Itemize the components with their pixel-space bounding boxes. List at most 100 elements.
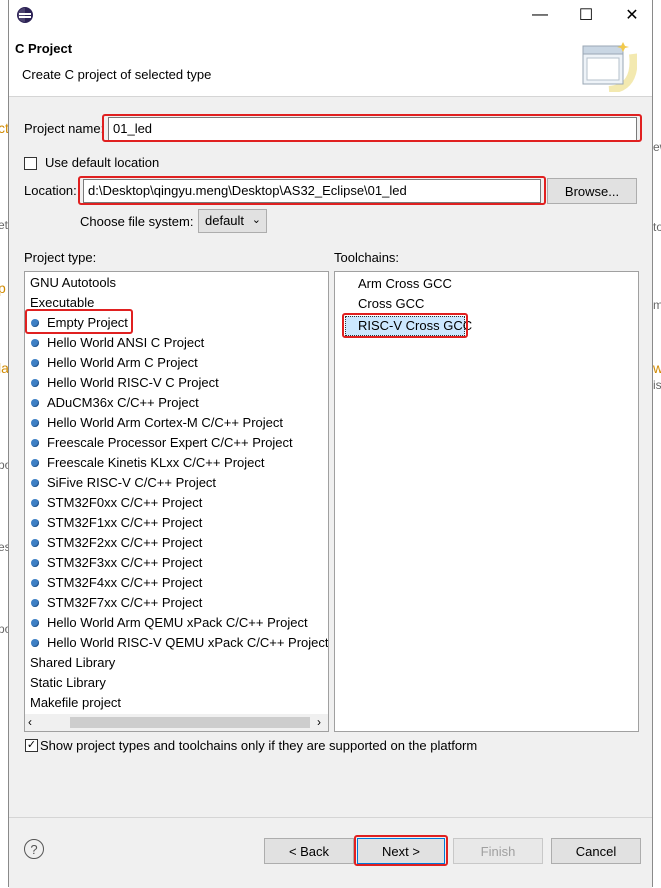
chevron-left-icon[interactable]: ‹ — [28, 715, 32, 729]
project-type-list: GNU Autotools Executable Empty Project Hell… — [24, 271, 329, 732]
list-item[interactable]: STM32F1xx C/C++ Project — [31, 513, 202, 533]
bg-fragment: ew — [653, 140, 661, 154]
minimize-icon: — — [532, 6, 548, 23]
list-item[interactable]: Arm Cross GCC — [358, 274, 452, 294]
bg-fragment: to — [653, 220, 661, 234]
list-item-label: Executable — [30, 295, 95, 310]
bg-fragment: p — [0, 280, 6, 296]
browse-button-label: Browse... — [564, 183, 620, 199]
list-item[interactable]: Cross GCC — [358, 294, 424, 314]
background-window-left: ct et p la po es po — [0, 0, 11, 887]
maximize-icon: ☐ — [578, 7, 594, 24]
list-item-label: STM32F0xx C/C++ Project — [47, 495, 203, 510]
project-type-bullet-icon — [31, 598, 39, 607]
list-item-label: Hello World RISC-V C Project — [47, 375, 219, 390]
location-input[interactable]: d:\Desktop\qingyu.meng\Desktop\AS32_Ecli… — [83, 179, 541, 203]
toolchains-list: Arm Cross GCC Cross GCC RISC-V Cross GCC — [334, 271, 639, 732]
next-button-label: Next > — [382, 843, 420, 859]
list-item-label: STM32F3xx C/C++ Project — [47, 555, 203, 570]
list-item[interactable]: STM32F0xx C/C++ Project — [31, 493, 202, 513]
filter-checkbox[interactable]: ✓ — [25, 739, 38, 752]
filter-label: Show project types and toolchains only i… — [40, 738, 478, 753]
chevron-down-icon: ⌄ — [251, 214, 261, 226]
wizard-content: Project name: 01_led Use default locatio… — [9, 97, 652, 817]
list-item[interactable]: STM32F4xx C/C++ Project — [31, 573, 202, 593]
finish-button[interactable]: Finish — [453, 838, 543, 864]
list-item[interactable]: Static Library — [30, 673, 106, 693]
list-item-label: Makefile project — [30, 695, 122, 710]
list-item[interactable]: Hello World RISC-V QEMU xPack C/C++ Proj… — [31, 633, 328, 653]
list-item[interactable]: Shared Library — [30, 653, 115, 673]
list-item[interactable]: Makefile project — [30, 693, 121, 713]
project-name-input[interactable]: 01_led — [108, 117, 637, 141]
use-default-location-label: Use default location — [45, 155, 160, 170]
list-item-label: Hello World ANSI C Project — [47, 335, 205, 350]
project-type-bullet-icon — [31, 498, 39, 507]
toolchains-label: Toolchains: — [334, 250, 400, 265]
cancel-button-label: Cancel — [575, 843, 617, 859]
list-item[interactable]: Freescale Processor Expert C/C++ Project — [31, 433, 293, 453]
horizontal-scrollbar[interactable]: ‹ › — [25, 714, 328, 731]
list-item[interactable]: Hello World ANSI C Project — [31, 333, 204, 353]
list-item-selected[interactable]: RISC-V Cross GCC — [345, 316, 472, 336]
browse-button[interactable]: Browse... — [547, 178, 637, 204]
close-button[interactable]: ✕ — [609, 0, 655, 30]
page-title: C Project — [15, 41, 73, 56]
list-item-label: STM32F7xx C/C++ Project — [47, 595, 203, 610]
list-item[interactable]: STM32F3xx C/C++ Project — [31, 553, 202, 573]
list-item-label: Hello World Arm C Project — [47, 355, 198, 370]
list-item-label: STM32F2xx C/C++ Project — [47, 535, 203, 550]
next-button[interactable]: Next > — [357, 838, 445, 864]
project-type-bullet-icon — [31, 518, 39, 527]
file-system-select[interactable]: default ⌄ — [198, 209, 267, 233]
list-item-label: STM32F4xx C/C++ Project — [47, 575, 203, 590]
list-item[interactable]: SiFive RISC-V C/C++ Project — [31, 473, 216, 493]
wizard-banner-icon — [579, 40, 638, 94]
list-item-label: Static Library — [30, 675, 106, 690]
eclipse-icon — [17, 7, 33, 23]
list-item[interactable]: Hello World Arm Cortex-M C/C++ Project — [31, 413, 283, 433]
list-item[interactable]: Hello World Arm C Project — [31, 353, 198, 373]
list-item[interactable]: Hello World RISC-V C Project — [31, 373, 219, 393]
maximize-button[interactable]: ☐ — [563, 0, 609, 30]
project-type-bullet-icon — [31, 378, 39, 387]
list-item[interactable]: STM32F2xx C/C++ Project — [31, 533, 202, 553]
project-type-bullet-icon — [31, 538, 39, 547]
project-type-bullet-icon — [31, 358, 39, 367]
wizard-header: C Project Create C project of selected t… — [9, 30, 652, 97]
project-type-label: Project type: — [24, 250, 97, 265]
list-item[interactable]: ADuCM36x C/C++ Project — [31, 393, 199, 413]
list-item[interactable]: Freescale Kinetis KLxx C/C++ Project — [31, 453, 264, 473]
chevron-right-icon[interactable]: › — [317, 715, 321, 729]
list-item[interactable]: Executable — [30, 293, 94, 313]
list-item-label: SiFive RISC-V C/C++ Project — [47, 475, 217, 490]
list-item[interactable]: Empty Project — [31, 313, 128, 333]
list-item-label: Empty Project — [47, 315, 128, 330]
project-type-bullet-icon — [31, 318, 39, 327]
project-type-bullet-icon — [31, 478, 39, 487]
scrollbar-thumb[interactable] — [70, 717, 310, 728]
list-item-label: GNU Autotools — [30, 275, 116, 290]
project-type-bullet-icon — [31, 618, 39, 627]
use-default-location-checkbox[interactable] — [24, 157, 37, 170]
help-icon[interactable]: ? — [24, 839, 44, 859]
back-button-label: < Back — [288, 843, 330, 859]
list-item-label: STM32F1xx C/C++ Project — [47, 515, 203, 530]
list-item-label: Freescale Kinetis KLxx C/C++ Project — [47, 455, 265, 470]
project-type-bullet-icon — [31, 438, 39, 447]
location-label: Location: — [24, 183, 77, 198]
list-item[interactable]: STM32F7xx C/C++ Project — [31, 593, 202, 613]
c-project-dialog: — ☐ ✕ C Project Create C project of sele… — [8, 0, 655, 888]
project-type-bullet-icon — [31, 458, 39, 467]
minimize-button[interactable]: — — [517, 0, 563, 30]
close-icon: ✕ — [625, 7, 639, 24]
list-item[interactable]: Hello World Arm QEMU xPack C/C++ Project — [31, 613, 308, 633]
cancel-button[interactable]: Cancel — [551, 838, 641, 864]
back-button[interactable]: < Back — [264, 838, 354, 864]
project-name-label: Project name: — [24, 121, 105, 136]
list-item-label: Freescale Processor Expert C/C++ Project — [47, 435, 293, 450]
bg-fragment: is — [653, 378, 661, 392]
background-window-right: ew to m w is — [653, 0, 661, 887]
list-item-label: Hello World Arm Cortex-M C/C++ Project — [47, 415, 283, 430]
list-item[interactable]: GNU Autotools — [30, 273, 116, 293]
